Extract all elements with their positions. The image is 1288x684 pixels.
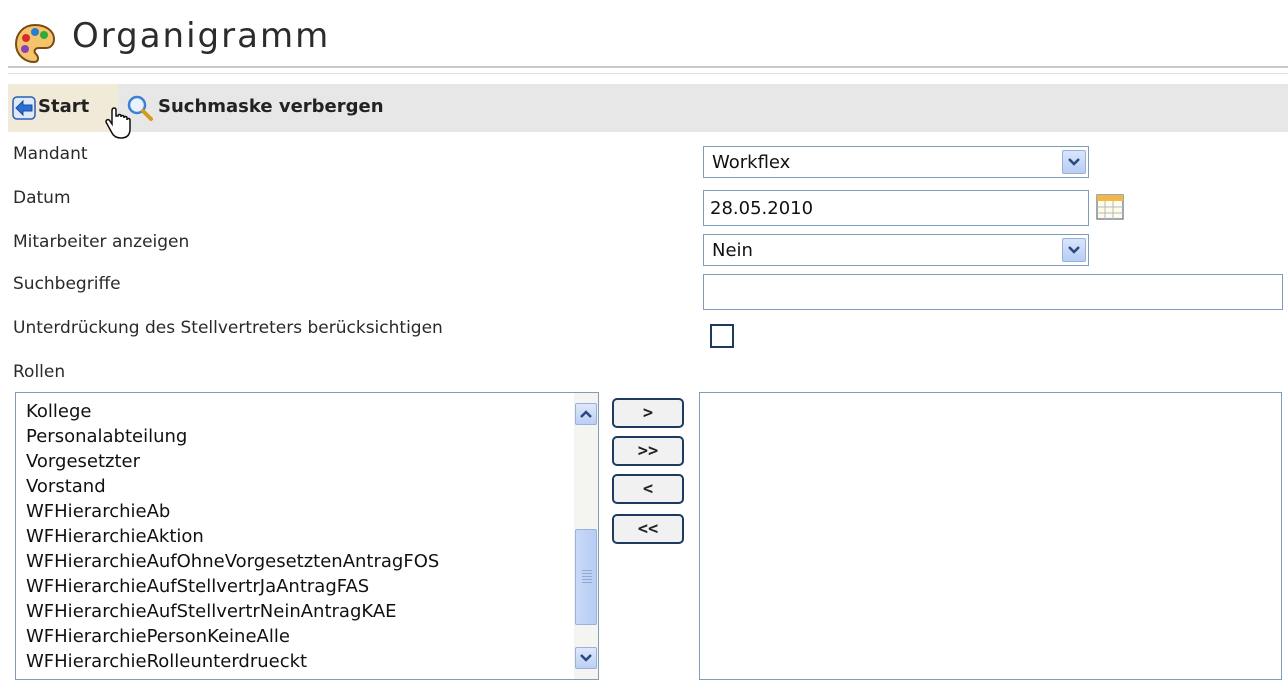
add-all-roles-button[interactable]: >> [612, 436, 684, 466]
remove-all-roles-button[interactable]: << [612, 514, 684, 544]
mandant-label: Mandant [13, 144, 88, 164]
selected-roles-list[interactable] [699, 392, 1282, 680]
remove-role-button[interactable]: < [612, 474, 684, 504]
scrollbar-thumb[interactable] [575, 529, 597, 625]
page-title: Organigramm [72, 16, 331, 56]
list-item[interactable]: WFHierarchieAufStellvertrNeinAntragKAE [26, 599, 397, 624]
list-item[interactable]: Personalabteilung [26, 424, 187, 449]
list-item[interactable]: Vorgesetzter [26, 449, 140, 474]
list-item[interactable]: Vorstand [26, 474, 106, 499]
mandant-value: Workflex [712, 152, 791, 173]
list-scrollbar[interactable] [574, 393, 598, 679]
list-item[interactable]: WFHierarchieRolleunterdrueckt [26, 649, 307, 674]
list-item[interactable]: WFHierarchieAb [26, 499, 170, 524]
grip-icon [582, 570, 592, 584]
mitarbeiter-label: Mitarbeiter anzeigen [13, 232, 190, 252]
header-divider [8, 66, 1288, 68]
add-role-button[interactable]: > [612, 398, 684, 428]
magnifier-icon [127, 95, 153, 121]
hide-search-button[interactable]: Suchmaske verbergen [122, 84, 452, 132]
start-label: Start [38, 96, 90, 117]
toolbar: Start Suchmaske verbergen [8, 84, 1288, 139]
chevron-up-icon[interactable] [575, 403, 597, 425]
stellvertreter-checkbox[interactable] [710, 324, 734, 348]
datum-label: Datum [13, 188, 71, 208]
available-roles-list[interactable]: Kollege Personalabteilung Vorgesetzter V… [15, 392, 599, 680]
hide-search-label: Suchmaske verbergen [158, 96, 384, 117]
chevron-down-icon[interactable] [1062, 150, 1086, 174]
list-item[interactable]: WFHierarchieAufStellvertrJaAntragFAS [26, 574, 369, 599]
datum-value: 28.05.2010 [710, 198, 814, 219]
mitarbeiter-select[interactable]: Nein [703, 234, 1089, 266]
header-divider-secondary [8, 73, 1288, 74]
chevron-down-icon[interactable] [1062, 238, 1086, 262]
list-item[interactable]: Kollege [26, 399, 92, 424]
start-button[interactable]: Start [8, 84, 118, 132]
page-header: Organigramm [0, 0, 1288, 74]
mandant-select[interactable]: Workflex [703, 146, 1089, 178]
mitarbeiter-value: Nein [712, 240, 753, 261]
back-arrow-icon [12, 96, 36, 120]
list-item[interactable]: WFHierarchieAktion [26, 524, 204, 549]
suchbegriffe-input[interactable] [703, 274, 1283, 310]
datum-input[interactable]: 28.05.2010 [703, 190, 1089, 226]
suchbegriffe-label: Suchbegriffe [13, 274, 121, 294]
chevron-down-icon[interactable] [575, 647, 597, 669]
list-item[interactable]: WFHierarchieAufOhneVorgesetztenAntragFOS [26, 549, 439, 574]
rollen-label: Rollen [13, 362, 66, 382]
palette-icon [14, 23, 56, 64]
calendar-icon[interactable] [1094, 192, 1128, 222]
stellvertreter-label: Unterdrückung des Stellvertreters berück… [13, 318, 443, 338]
list-item[interactable]: WFHierarchiePersonKeineAlle [26, 624, 290, 649]
